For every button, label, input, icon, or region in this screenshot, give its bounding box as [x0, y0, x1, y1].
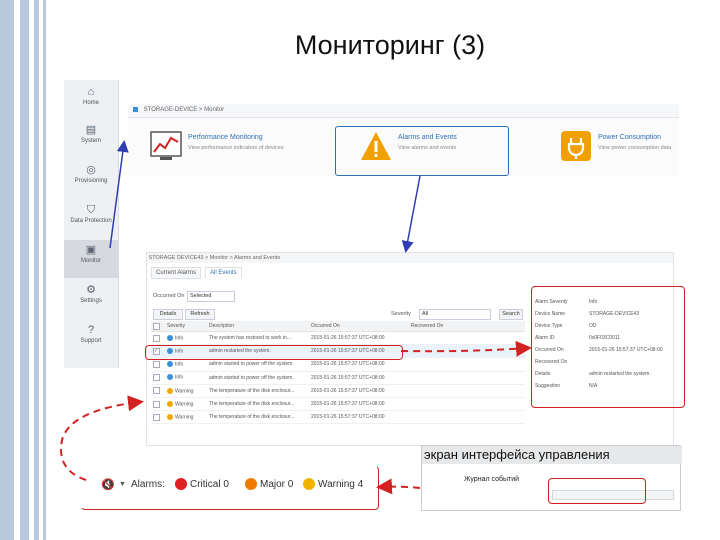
highlight-mgmt-alarm-area	[548, 478, 646, 504]
arrow-sidebar-to-monitor	[109, 140, 129, 249]
annotation-arrows	[60, 140, 532, 495]
arrow-row-to-details	[400, 340, 532, 357]
arrow-alarmbar-to-table	[60, 395, 144, 481]
arrow-mgmt-to-alarmbar	[376, 478, 421, 495]
arrow-card-to-events	[401, 175, 421, 253]
